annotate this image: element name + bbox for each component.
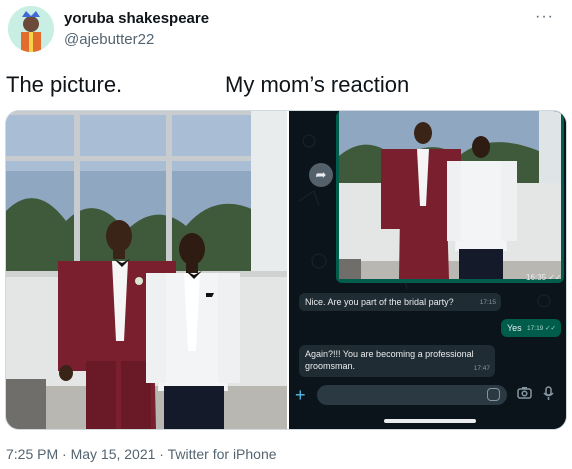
tweet-media: ➦ 16:35 ✓✓ Nice. Are you part of the bri… [5, 110, 567, 430]
message-time: 17:47 [473, 365, 490, 372]
image-timestamp: 16:35 ✓✓ [526, 273, 562, 282]
user-handle[interactable]: @ajebutter22 [64, 31, 154, 48]
message-incoming-1[interactable]: Nice. Are you part of the bridal party? … [299, 293, 501, 311]
photo-right-whatsapp[interactable]: ➦ 16:35 ✓✓ Nice. Are you part of the bri… [289, 111, 566, 429]
avatar[interactable] [8, 6, 54, 52]
message-text: Again?!!! You are becoming a professiona… [305, 349, 474, 371]
message-outgoing-1[interactable]: Yes 17:19 ✓✓ [501, 319, 561, 337]
message-text: Yes [507, 323, 522, 333]
message-time: 17:19 ✓✓ [527, 325, 556, 332]
message-incoming-2[interactable]: Again?!!! You are becoming a professiona… [299, 345, 495, 377]
tweet-caption-left: The picture. [6, 72, 123, 97]
plus-icon[interactable]: + [295, 385, 306, 406]
mic-icon[interactable] [543, 386, 554, 401]
ellipsis-icon[interactable]: ··· [535, 8, 554, 26]
tweet-timestamp[interactable]: 7:25 PM · May 15, 2021 · Twitter for iPh… [6, 446, 277, 462]
display-name[interactable]: yoruba shakespeare [64, 10, 209, 27]
message-time: 17:15 [479, 299, 496, 306]
home-indicator [384, 419, 476, 423]
sticker-icon[interactable] [487, 388, 500, 401]
camera-icon[interactable] [517, 386, 532, 399]
photo-left[interactable] [6, 111, 287, 429]
message-input[interactable] [317, 385, 507, 405]
message-text: Nice. Are you part of the bridal party? [305, 297, 454, 307]
tweet-caption-right: My mom’s reaction [225, 72, 410, 97]
forward-icon[interactable]: ➦ [309, 163, 333, 187]
